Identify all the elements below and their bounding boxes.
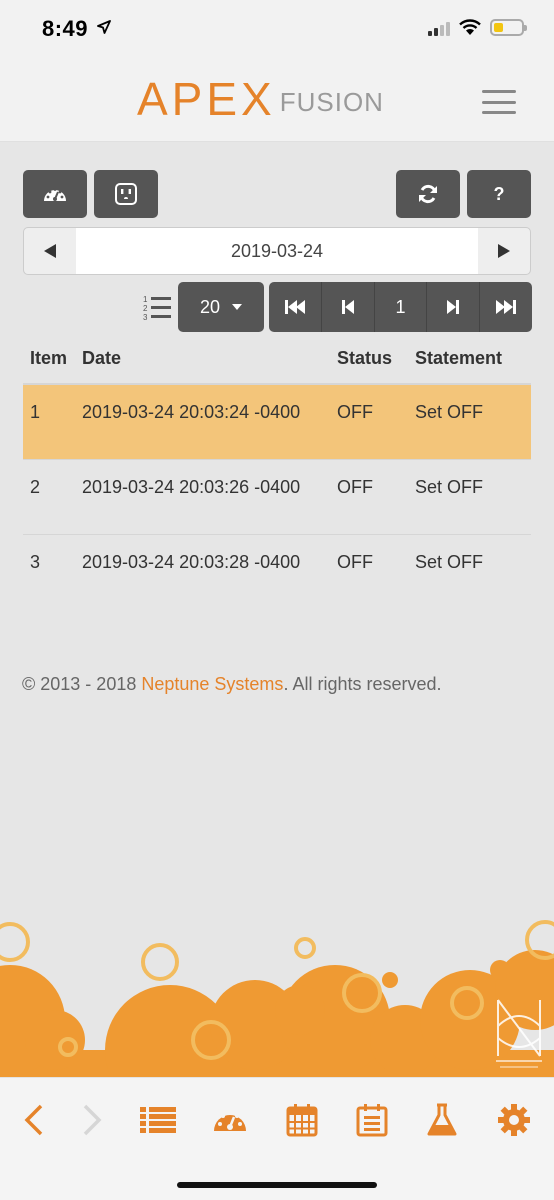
back-button[interactable] [14, 1100, 54, 1140]
list-icon [140, 1107, 176, 1133]
triangle-right-icon [498, 244, 510, 258]
nav-settings-button[interactable] [494, 1100, 534, 1140]
table-header-row: Item Date Status Statement [23, 344, 531, 385]
battery-icon [490, 19, 527, 36]
menu-line [482, 100, 516, 104]
cell-statement: Set OFF [415, 383, 531, 459]
cellular-signal-icon [428, 22, 450, 36]
flask-icon [427, 1103, 457, 1136]
forward-icon [83, 1104, 102, 1136]
cell-item: 1 [23, 383, 82, 459]
decorative-bubbles [0, 920, 554, 1080]
next-page-button[interactable] [426, 282, 479, 332]
table-row[interactable]: 3 2019-03-24 20:03:28 -0400 OFF Set OFF [23, 533, 531, 609]
log-icon [356, 1104, 388, 1137]
copyright-notice: © 2013 - 2018 Neptune Systems. All right… [22, 674, 442, 695]
triangle-left-icon [44, 244, 56, 258]
page-size-value: 20 [199, 296, 221, 317]
copyright-prefix: © 2013 - 2018 [22, 674, 142, 694]
numbered-list-icon: 1 2 3 [143, 295, 171, 322]
cell-date: 2019-03-24 20:03:28 -0400 [82, 533, 337, 609]
pager: 1 [269, 282, 532, 332]
menu-line [482, 90, 516, 93]
cell-statement: Set OFF [415, 533, 531, 609]
column-header-status: Status [337, 344, 415, 385]
column-header-statement: Statement [415, 344, 531, 385]
next-date-button[interactable] [478, 228, 530, 274]
logo-apex: APEX [137, 73, 276, 125]
nav-log-button[interactable] [352, 1100, 392, 1140]
svg-text:1: 1 [143, 295, 148, 304]
help-button[interactable]: ? [467, 170, 531, 218]
logo-fusion: FUSION [279, 87, 384, 117]
dashboard-icon [44, 188, 66, 201]
status-time: 8:49 [42, 16, 89, 41]
last-page-button[interactable] [479, 282, 532, 332]
cell-date: 2019-03-24 20:03:26 -0400 [82, 458, 337, 534]
menu-line [482, 111, 516, 114]
date-navigator: 2019-03-24 [23, 227, 531, 275]
cell-date: 2019-03-24 20:03:24 -0400 [82, 383, 337, 459]
back-icon [24, 1104, 43, 1136]
nav-lab-button[interactable] [422, 1100, 462, 1140]
location-arrow-icon [97, 20, 111, 34]
forward-button[interactable] [72, 1100, 112, 1140]
wifi-icon [459, 19, 481, 35]
cell-item: 2 [23, 458, 82, 534]
page-size-dropdown[interactable]: 20 [178, 282, 264, 332]
svg-text:2: 2 [143, 304, 148, 313]
column-header-date: Date [82, 344, 337, 385]
neptune-systems-link[interactable]: Neptune Systems [141, 674, 283, 694]
table-row[interactable]: 1 2019-03-24 20:03:24 -0400 OFF Set OFF [23, 383, 531, 459]
nav-dashboard-button[interactable] [210, 1100, 250, 1140]
caret-down-icon [232, 304, 243, 310]
previous-page-button[interactable] [320, 282, 374, 332]
dashboard-button[interactable] [23, 170, 87, 218]
column-header-item: Item [23, 344, 82, 385]
cell-status: OFF [337, 458, 415, 534]
skip-to-start-icon [284, 300, 305, 314]
current-page[interactable]: 1 [373, 282, 427, 332]
table-row[interactable]: 2 2019-03-24 20:03:26 -0400 OFF Set OFF [23, 458, 531, 534]
refresh-icon [419, 184, 437, 204]
status-bar: 8:49 [0, 0, 554, 62]
svg-text:3: 3 [143, 313, 148, 322]
home-indicator[interactable] [177, 1182, 377, 1188]
cell-status: OFF [337, 383, 415, 459]
cell-item: 3 [23, 533, 82, 609]
dashboard-icon [214, 1110, 246, 1131]
hamburger-menu-button[interactable] [482, 90, 516, 114]
outlet-button[interactable] [94, 170, 158, 218]
copyright-suffix: . All rights reserved. [283, 674, 442, 694]
skip-to-end-icon [496, 300, 517, 314]
nav-list-button[interactable] [138, 1100, 178, 1140]
calendar-icon [286, 1104, 318, 1137]
outlet-icon [115, 183, 137, 205]
apex-fusion-logo[interactable]: APEX FUSION [137, 76, 384, 122]
first-page-button[interactable] [269, 282, 321, 332]
step-forward-icon [447, 300, 460, 314]
app-header: APEX FUSION [0, 62, 554, 142]
neptune-systems-logo [496, 999, 542, 1068]
gear-icon [498, 1104, 530, 1136]
previous-date-button[interactable] [24, 228, 76, 274]
date-field[interactable]: 2019-03-24 [76, 228, 478, 274]
cell-statement: Set OFF [415, 458, 531, 534]
refresh-button[interactable] [396, 170, 460, 218]
step-back-icon [341, 300, 354, 314]
output-log-table: Item Date Status Statement 1 2019-03-24 … [23, 344, 531, 609]
cell-status: OFF [337, 533, 415, 609]
nav-calendar-button[interactable] [282, 1100, 322, 1140]
